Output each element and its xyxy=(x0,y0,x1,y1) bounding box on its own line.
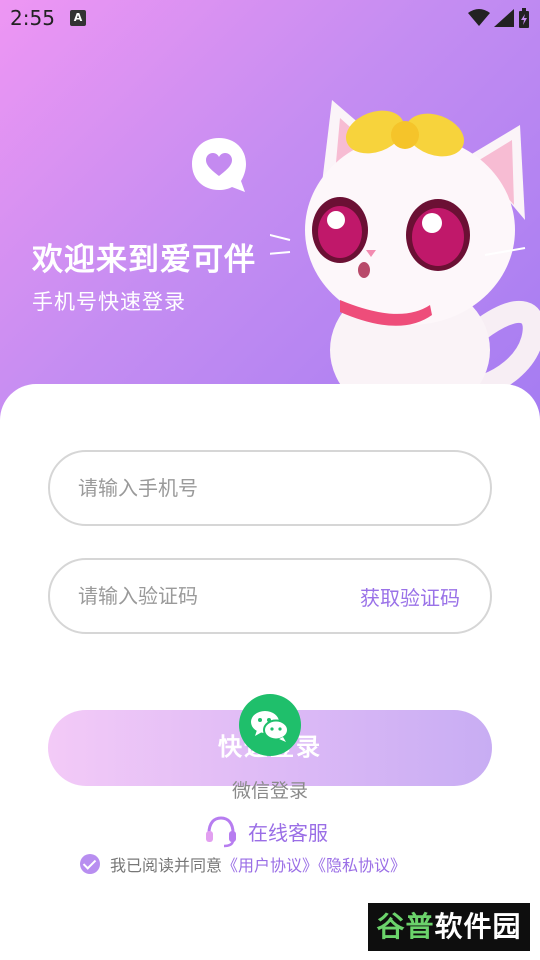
privacy-policy-link[interactable]: 《隐私协议》 xyxy=(318,856,406,875)
phone-input[interactable] xyxy=(78,452,338,524)
cat-mascot-illustration xyxy=(270,100,540,400)
agreement-text: 我已阅读并同意《用户协议》《隐私协议》 xyxy=(110,852,406,876)
notification-a-icon: A xyxy=(70,10,86,26)
headset-icon xyxy=(206,816,236,848)
welcome-title: 欢迎来到爱可伴 xyxy=(32,242,256,278)
code-field[interactable]: 获取验证码 xyxy=(48,558,492,634)
battery-icon xyxy=(519,8,529,28)
welcome-subtitle: 手机号快速登录 xyxy=(32,290,186,314)
wechat-login-label[interactable]: 微信登录 xyxy=(0,776,540,803)
get-code-button[interactable]: 获取验证码 xyxy=(360,582,460,611)
wifi-icon xyxy=(468,9,490,26)
status-icons xyxy=(468,7,530,29)
signal-icon xyxy=(494,9,514,27)
watermark-part2: 软件园 xyxy=(434,910,522,943)
online-service-link[interactable]: 在线客服 xyxy=(204,814,328,848)
online-service-label: 在线客服 xyxy=(248,820,328,845)
agreement-row: 我已阅读并同意《用户协议》《隐私协议》 xyxy=(80,852,406,876)
status-time: 2:55 xyxy=(10,6,55,30)
status-bar: 2:55 A xyxy=(0,0,540,36)
header-banner: 2:55 A 欢迎来到爱可伴 手机号快速登录 xyxy=(0,0,540,420)
phone-field[interactable] xyxy=(48,450,492,526)
agreement-prefix: 我已阅读并同意 xyxy=(110,856,223,875)
watermark-part1: 谷普 xyxy=(376,910,435,943)
user-agreement-link[interactable]: 《用户协议》 xyxy=(222,856,318,875)
code-input[interactable] xyxy=(78,560,338,632)
wechat-icon xyxy=(251,711,289,742)
agreement-checkbox[interactable] xyxy=(80,854,100,874)
heart-chat-icon xyxy=(192,138,246,192)
wechat-login-icon[interactable] xyxy=(239,694,301,756)
watermark-logo: 谷普软件园 xyxy=(368,903,530,951)
